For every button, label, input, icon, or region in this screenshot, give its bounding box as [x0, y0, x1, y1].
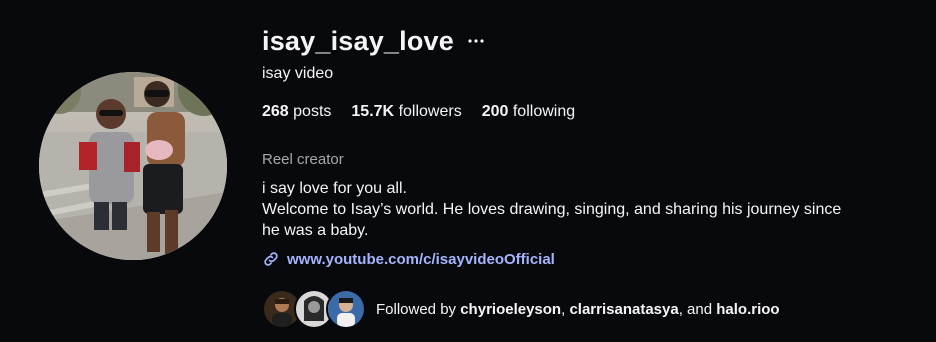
- mutual-avatars: [262, 289, 366, 329]
- profile-photo: [39, 72, 227, 260]
- profile-header: isay_isay_love isay video 268 posts 15.7…: [0, 0, 936, 342]
- followers-label: followers: [398, 103, 462, 120]
- following-stat[interactable]: 200 following: [482, 103, 575, 121]
- profile-stats: 268 posts 15.7K followers 200 following: [262, 103, 595, 121]
- followed-by-text[interactable]: Followed by chyrioeleyson, clarrisanatas…: [376, 301, 780, 318]
- followed-by-prefix: Followed by: [376, 300, 461, 318]
- profile-link[interactable]: www.youtube.com/c/isayvideoOfficial: [262, 250, 555, 268]
- bio-line: Welcome to Isay’s world. He loves drawin…: [262, 201, 842, 218]
- profile-avatar[interactable]: [39, 72, 227, 260]
- mutual-user[interactable]: halo.rioo: [716, 301, 779, 318]
- more-horizontal-icon[interactable]: [468, 28, 484, 49]
- mutual-user[interactable]: clarrisanatasya: [569, 301, 678, 318]
- followed-by[interactable]: Followed by chyrioeleyson, clarrisanatas…: [262, 289, 780, 329]
- link-icon: [262, 250, 280, 268]
- posts-count: 268: [262, 103, 289, 120]
- bio-line: i say love for you all.: [262, 180, 407, 197]
- bio-line: he was a baby.: [262, 222, 369, 239]
- followers-stat[interactable]: 15.7K followers: [351, 103, 461, 121]
- following-label: following: [512, 103, 576, 120]
- full-name: isay video: [262, 65, 334, 82]
- profile-bio: i say love for you all. Welcome to Isay’…: [262, 178, 902, 241]
- following-count: 200: [481, 103, 509, 120]
- posts-label: posts: [293, 103, 332, 120]
- posts-stat: 268 posts: [262, 103, 331, 121]
- separator: , and: [678, 300, 717, 318]
- username: isay_isay_love: [262, 25, 454, 56]
- profile-link-text[interactable]: www.youtube.com/c/isayvideoOfficial: [287, 251, 555, 268]
- mutual-user[interactable]: chyrioeleyson: [460, 301, 561, 318]
- followers-count: 15.7K: [351, 103, 395, 120]
- profile-category: Reel creator: [262, 151, 344, 168]
- username-row: isay_isay_love: [262, 22, 484, 60]
- mutual-avatar: [326, 289, 366, 329]
